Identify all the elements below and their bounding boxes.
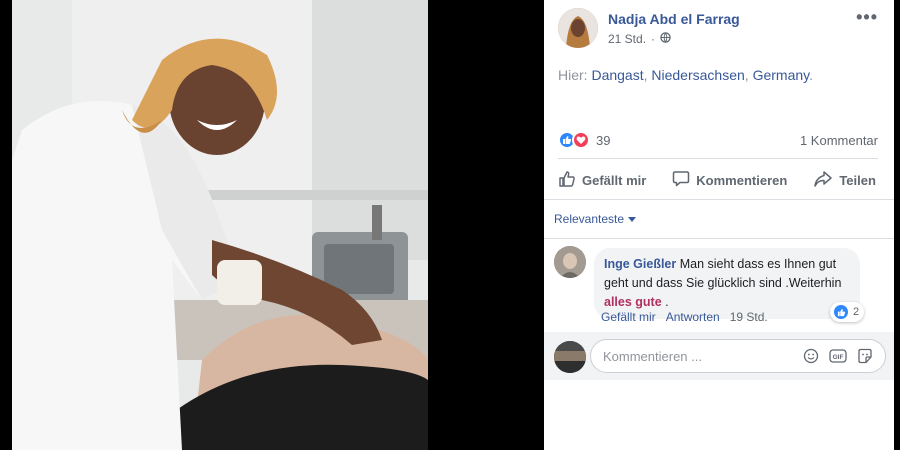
share-label: Teilen (839, 172, 876, 188)
globe-icon[interactable] (660, 32, 671, 46)
author-name[interactable]: Nadja Abd el Farrag (608, 11, 740, 27)
comment-tail: . (661, 295, 669, 309)
reaction-count[interactable]: 39 (596, 133, 610, 148)
comment-input[interactable] (603, 348, 803, 364)
share-button[interactable]: Teilen (813, 170, 876, 191)
post-meta: 21 Std. · (608, 32, 671, 46)
sticker-icon[interactable] (857, 348, 873, 364)
location-line: Hier: Dangast, Niedersachsen, Germany. (558, 67, 813, 83)
sort-label: Relevanteste (554, 212, 625, 226)
divider (558, 158, 878, 159)
more-options-icon[interactable]: ••• (856, 8, 878, 26)
location-state[interactable]: Niedersachsen (651, 67, 744, 83)
comment-count[interactable]: 1 Kommentar (800, 133, 878, 148)
author-avatar[interactable] (558, 8, 598, 48)
gif-icon[interactable]: GIF (829, 348, 847, 364)
thumbs-up-icon (558, 170, 576, 191)
svg-text:GIF: GIF (833, 354, 844, 361)
comment-bubble: Inge Gießler Man sieht dass es Ihnen gut… (594, 248, 860, 319)
speech-bubble-icon (672, 170, 690, 191)
post-time[interactable]: 21 Std. (608, 32, 646, 46)
comment-actions: Gefällt mir Antworten 19 Std. (601, 310, 768, 324)
reactions-bar: 39 1 Kommentar (558, 130, 878, 150)
like-label: Gefällt mir (582, 172, 647, 188)
divider (544, 199, 894, 200)
location-prefix: Hier: (558, 67, 588, 83)
like-button[interactable]: Gefällt mir (558, 170, 646, 191)
comment-highlight: alles gute (604, 295, 662, 309)
commenter-name[interactable]: Inge Gießler (604, 257, 676, 271)
location-town[interactable]: Dangast (591, 67, 643, 83)
comment-reactions[interactable]: 2 (830, 302, 865, 322)
post-header: Nadja Abd el Farrag 21 Std. · ••• (558, 8, 884, 52)
comment-button[interactable]: Kommentieren (672, 170, 787, 191)
composer-icons: GIF (803, 348, 885, 364)
divider (544, 238, 894, 239)
comment-reaction-count: 2 (853, 306, 860, 318)
comment-like-link[interactable]: Gefällt mir (601, 310, 656, 324)
comment-time[interactable]: 19 Std. (730, 310, 768, 324)
like-reaction-icon (833, 304, 849, 320)
comment-label: Kommentieren (696, 172, 788, 188)
comment-sort-dropdown[interactable]: Relevanteste (554, 212, 637, 226)
meta-separator: · (651, 32, 656, 46)
current-user-avatar (554, 341, 586, 373)
share-arrow-icon (813, 170, 833, 191)
commenter-avatar[interactable] (554, 246, 586, 278)
comment-composer: GIF (590, 339, 886, 373)
comment-reply-link[interactable]: Antworten (666, 310, 720, 324)
post-photo[interactable] (12, 0, 428, 450)
massage-scene-image (12, 0, 428, 450)
love-reaction-icon[interactable] (572, 131, 590, 149)
location-country[interactable]: Germany (753, 67, 810, 83)
emoji-icon[interactable] (803, 348, 819, 364)
post-panel: Nadja Abd el Farrag 21 Std. · ••• Hier: … (544, 0, 894, 450)
caret-down-icon (628, 212, 637, 226)
post-actions: Gefällt mir Kommentieren Teilen (558, 166, 878, 194)
